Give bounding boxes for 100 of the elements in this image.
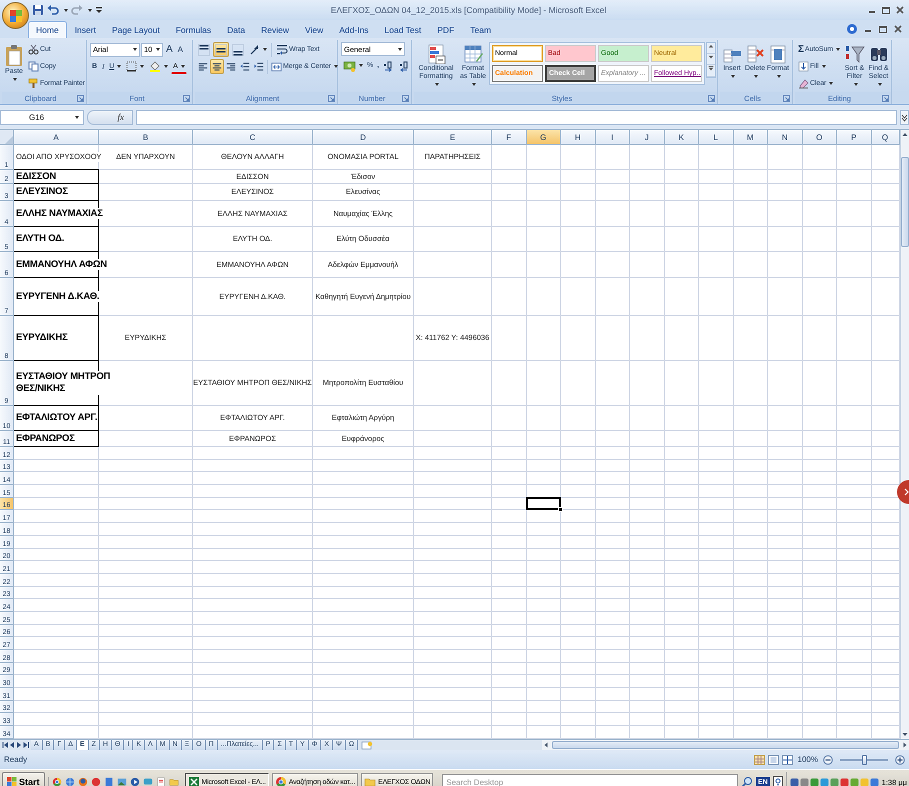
ribbon-tab[interactable]: PDF — [429, 21, 462, 38]
caret-icon[interactable] — [64, 8, 68, 12]
dialog-launcher-icon[interactable] — [882, 94, 889, 102]
gallery-more-icon[interactable] — [707, 65, 715, 77]
dialog-launcher-icon[interactable] — [402, 94, 409, 102]
column-header[interactable]: D — [313, 130, 414, 145]
column-header[interactable]: H — [561, 130, 596, 145]
restore-icon[interactable] — [878, 24, 888, 34]
start-button[interactable]: Start — [2, 772, 45, 786]
column-header[interactable]: C — [193, 130, 313, 145]
insert-function-button[interactable]: fx — [87, 110, 133, 124]
last-sheet-icon[interactable] — [23, 741, 29, 749]
close-icon[interactable] — [895, 5, 905, 15]
ribbon-tab[interactable]: Team — [462, 21, 500, 38]
borders-button[interactable] — [124, 59, 146, 74]
caret-icon[interactable] — [156, 48, 160, 51]
ribbon-tab[interactable]: Load Test — [376, 21, 430, 38]
ribbon-tab[interactable]: Insert — [66, 21, 104, 38]
column-header[interactable]: F — [492, 130, 526, 145]
undo-icon[interactable] — [47, 4, 59, 16]
caret-icon[interactable] — [88, 8, 92, 12]
expand-formula-bar-icon[interactable] — [900, 110, 909, 124]
caret-icon[interactable] — [75, 116, 79, 118]
zoom-level[interactable]: 100% — [796, 755, 820, 764]
gallery-up-icon[interactable] — [707, 43, 715, 54]
dialog-launcher-icon[interactable] — [328, 94, 335, 102]
caret-icon[interactable] — [133, 48, 137, 51]
caret-icon[interactable] — [829, 82, 834, 85]
ribbon-tab[interactable]: Page Layout — [104, 21, 168, 38]
horizontal-align-button[interactable] — [210, 59, 224, 74]
caret-icon[interactable] — [398, 48, 402, 50]
caret-icon[interactable] — [854, 82, 858, 86]
slider-thumb[interactable] — [862, 754, 866, 764]
column-header[interactable]: O — [802, 130, 837, 145]
side-tab-icon[interactable] — [897, 480, 909, 504]
caret-icon[interactable] — [117, 65, 122, 68]
search-icon[interactable] — [740, 776, 753, 786]
note-icon[interactable] — [156, 777, 166, 786]
scrollbar-thumb[interactable] — [901, 157, 909, 247]
caret-icon[interactable] — [180, 64, 185, 68]
dialog-launcher-icon[interactable] — [783, 94, 790, 102]
grow-font-button[interactable]: A — [164, 42, 175, 57]
help-icon[interactable] — [846, 23, 858, 35]
column-header[interactable]: M — [734, 130, 768, 145]
caret-icon[interactable] — [878, 82, 882, 86]
zoom-in-icon[interactable] — [895, 754, 905, 764]
caret-icon[interactable] — [164, 65, 168, 68]
column-header[interactable]: Q — [872, 130, 900, 145]
ribbon-tab[interactable]: Home — [28, 21, 67, 38]
dialog-launcher-icon[interactable] — [77, 94, 84, 102]
dialog-launcher-icon[interactable] — [708, 94, 715, 102]
column-header[interactable]: J — [630, 130, 664, 145]
caret-icon[interactable] — [836, 48, 840, 51]
close-icon[interactable] — [893, 24, 903, 34]
record-icon[interactable] — [90, 777, 101, 786]
fill-handle[interactable] — [558, 507, 563, 512]
fill-color-button[interactable] — [147, 59, 170, 74]
column-header[interactable]: G — [526, 130, 561, 145]
column-header[interactable]: N — [768, 130, 802, 145]
maximize-icon[interactable] — [881, 5, 891, 15]
ribbon-tab[interactable]: Add-Ins — [331, 21, 377, 38]
normal-view-icon[interactable] — [754, 754, 765, 764]
zoom-out-icon[interactable] — [823, 754, 833, 764]
caret-icon[interactable] — [472, 82, 476, 86]
column-header[interactable]: B — [99, 130, 193, 145]
page-break-icon[interactable] — [782, 754, 793, 764]
column-header[interactable]: I — [596, 130, 630, 145]
column-header[interactable]: E — [414, 130, 492, 145]
column-header[interactable]: A — [14, 130, 99, 145]
caret-icon[interactable] — [359, 64, 363, 67]
scrollbar-thumb[interactable] — [552, 741, 899, 749]
caret-icon[interactable] — [435, 82, 439, 86]
dialog-launcher-icon[interactable] — [183, 94, 190, 102]
vertical-align-button[interactable] — [196, 42, 212, 57]
column-header[interactable]: L — [699, 130, 734, 145]
vertical-align-button[interactable] — [230, 42, 246, 57]
caret-icon[interactable] — [140, 65, 144, 68]
ribbon-tab[interactable]: View — [296, 21, 332, 38]
help-icon[interactable] — [772, 776, 783, 786]
ribbon-tab[interactable]: Data — [219, 21, 254, 38]
caret-icon[interactable] — [13, 78, 17, 81]
caret-icon[interactable] — [334, 65, 338, 68]
caret-icon[interactable] — [777, 74, 781, 78]
name-box[interactable]: G16 — [0, 110, 84, 124]
save-icon[interactable] — [32, 4, 44, 16]
fox-icon[interactable] — [78, 777, 88, 786]
gallery-down-icon[interactable] — [707, 54, 715, 65]
caret-icon[interactable] — [754, 74, 758, 78]
customize-toolbar-icon[interactable] — [95, 4, 103, 16]
globe-icon[interactable] — [64, 777, 75, 786]
caret-icon[interactable] — [822, 65, 826, 68]
office-button[interactable] — [2, 2, 29, 29]
picture-frame-icon[interactable] — [116, 777, 127, 786]
media-icon[interactable] — [130, 777, 140, 786]
page-icon[interactable] — [104, 777, 114, 786]
first-sheet-icon[interactable] — [2, 741, 8, 749]
caret-icon[interactable] — [731, 74, 735, 78]
column-header[interactable]: K — [664, 130, 699, 145]
vertical-align-button[interactable] — [213, 42, 229, 57]
page-layout-icon[interactable] — [768, 754, 779, 764]
